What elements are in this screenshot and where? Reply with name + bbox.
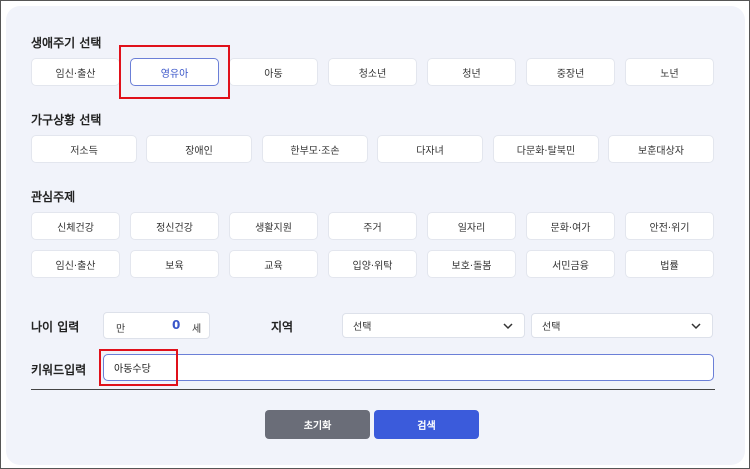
interest-chip-mental-health[interactable]: 정신건강 [130, 212, 219, 240]
interest-chip-adoption[interactable]: 입양·위탁 [328, 250, 417, 278]
household-chip-disabled[interactable]: 장애인 [146, 135, 252, 163]
divider [31, 389, 715, 390]
life-cycle-chip-child[interactable]: 아동 [229, 58, 318, 86]
region-select-city-value: 선택 [542, 322, 561, 333]
age-suffix: 세 [192, 324, 202, 335]
keyword-input-value: 아동수당 [114, 364, 151, 375]
life-cycle-chip-youth[interactable]: 청년 [427, 58, 516, 86]
life-cycle-title: 생애주기 선택 [31, 36, 102, 50]
chevron-down-icon [503, 323, 513, 330]
interest-chip-pregnancy[interactable]: 임신·출산 [31, 250, 120, 278]
interest-chip-jobs[interactable]: 일자리 [427, 212, 516, 240]
age-label: 나이 입력 [31, 320, 80, 334]
life-cycle-chip-senior[interactable]: 노년 [625, 58, 714, 86]
life-cycle-chip-middle-age[interactable]: 중장년 [526, 58, 615, 86]
interest-title: 관심주제 [31, 190, 76, 204]
household-chip-single-parent[interactable]: 한부모·조손 [262, 135, 368, 163]
interest-chip-housing[interactable]: 주거 [328, 212, 417, 240]
interest-chip-safety[interactable]: 안전·위기 [625, 212, 714, 240]
keyword-input[interactable]: 아동수당 [103, 354, 714, 381]
life-cycle-chip-teen[interactable]: 청소년 [328, 58, 417, 86]
life-cycle-chip-infant[interactable]: 영유아 [130, 58, 219, 86]
interest-chip-culture[interactable]: 문화·여가 [526, 212, 615, 240]
chevron-down-icon [691, 323, 701, 330]
life-cycle-chip-pregnancy[interactable]: 임신·출산 [31, 58, 120, 86]
interest-chip-education[interactable]: 교육 [229, 250, 318, 278]
household-chip-multi-child[interactable]: 다자녀 [377, 135, 483, 163]
household-chip-low-income[interactable]: 저소득 [31, 135, 137, 163]
search-button[interactable]: 검색 [374, 410, 479, 439]
age-input[interactable]: 만 0 세 [103, 312, 210, 339]
reset-button[interactable]: 초기화 [265, 410, 370, 439]
window-frame: 생애주기 선택 임신·출산 영유아 아동 청소년 청년 중장년 노년 가구상황 … [0, 0, 750, 469]
household-title: 가구상황 선택 [31, 113, 102, 127]
interest-chip-protection[interactable]: 보호·돌봄 [427, 250, 516, 278]
region-select-city[interactable]: 선택 [531, 313, 713, 338]
interest-chip-childcare[interactable]: 보육 [130, 250, 219, 278]
household-chip-veterans[interactable]: 보훈대상자 [608, 135, 714, 163]
region-select-province-value: 선택 [353, 322, 372, 333]
interest-chip-finance[interactable]: 서민금융 [526, 250, 615, 278]
keyword-label: 키워드입력 [31, 363, 87, 377]
region-label: 지역 [271, 320, 294, 334]
region-select-province[interactable]: 선택 [342, 313, 525, 338]
age-value[interactable]: 0 [172, 318, 180, 332]
interest-chip-living-support[interactable]: 생활지원 [229, 212, 318, 240]
interest-chip-physical-health[interactable]: 신체건강 [31, 212, 120, 240]
age-prefix: 만 [116, 324, 126, 335]
interest-chip-legal[interactable]: 법률 [625, 250, 714, 278]
household-chip-multicultural[interactable]: 다문화·탈북민 [493, 135, 599, 163]
